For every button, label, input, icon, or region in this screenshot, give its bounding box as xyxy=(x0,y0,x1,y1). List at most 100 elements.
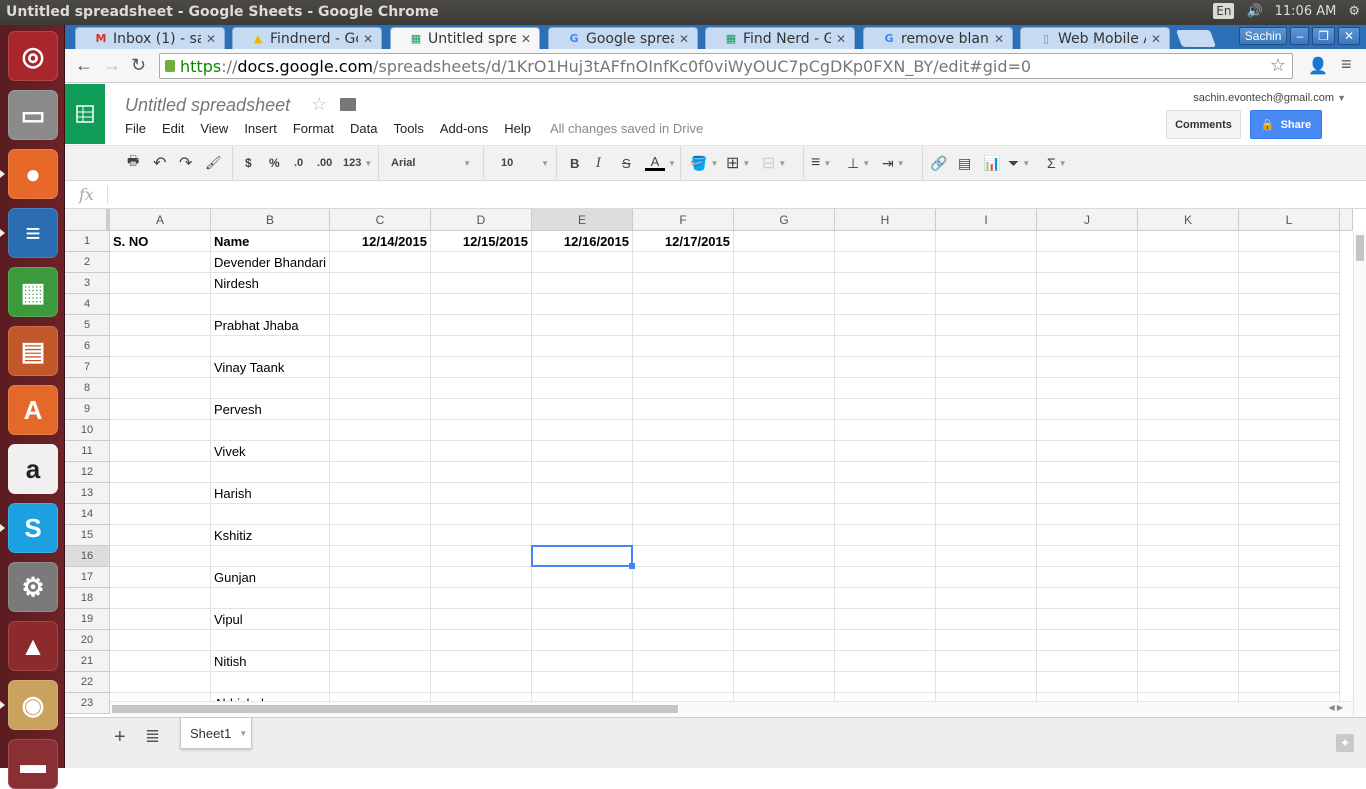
cell-J2[interactable] xyxy=(1037,252,1138,273)
cell-E19[interactable] xyxy=(532,609,633,630)
folder-icon[interactable] xyxy=(340,98,356,111)
cell-C10[interactable] xyxy=(330,420,431,441)
cell-F10[interactable] xyxy=(633,420,734,441)
cell-E1[interactable]: 12/16/2015 xyxy=(532,231,633,252)
cell-K21[interactable] xyxy=(1138,651,1239,672)
cell-L3[interactable] xyxy=(1239,273,1340,294)
all-sheets-list-icon[interactable]: ≣ xyxy=(145,726,160,747)
cell-J21[interactable] xyxy=(1037,651,1138,672)
cell-C14[interactable] xyxy=(330,504,431,525)
menu-insert[interactable]: Insert xyxy=(244,121,277,136)
cell-A12[interactable] xyxy=(110,462,211,483)
cell-G19[interactable] xyxy=(734,609,835,630)
cell-I16[interactable] xyxy=(936,546,1037,567)
cell-I15[interactable] xyxy=(936,525,1037,546)
cell-E18[interactable] xyxy=(532,588,633,609)
sheets-logo-icon[interactable] xyxy=(65,84,105,144)
column-header-I[interactable]: I xyxy=(936,209,1037,231)
cell-A7[interactable] xyxy=(110,357,211,378)
browser-tab[interactable]: ▦ Find Nerd - Goo ✕ xyxy=(705,27,855,49)
cell-K15[interactable] xyxy=(1138,525,1239,546)
row-header-4[interactable]: 4 xyxy=(65,294,110,315)
row-header-12[interactable]: 12 xyxy=(65,462,110,483)
cell-A14[interactable] xyxy=(110,504,211,525)
row-header-9[interactable]: 9 xyxy=(65,399,110,420)
row-header-11[interactable]: 11 xyxy=(65,441,110,462)
cell-G9[interactable] xyxy=(734,399,835,420)
power-gear-icon[interactable]: ⚙ xyxy=(1348,4,1360,19)
cell-D14[interactable] xyxy=(431,504,532,525)
cell-J10[interactable] xyxy=(1037,420,1138,441)
cell-D2[interactable] xyxy=(431,252,532,273)
cell-G14[interactable] xyxy=(734,504,835,525)
cell-A6[interactable] xyxy=(110,336,211,357)
cell-E21[interactable] xyxy=(532,651,633,672)
cell-K3[interactable] xyxy=(1138,273,1239,294)
cell-K11[interactable] xyxy=(1138,441,1239,462)
account-email[interactable]: sachin.evontech@gmail.com ▼ xyxy=(1193,92,1346,104)
profile-button[interactable]: Sachin xyxy=(1238,27,1288,45)
cell-F13[interactable] xyxy=(633,483,734,504)
cell-E22[interactable] xyxy=(532,672,633,693)
cell-J7[interactable] xyxy=(1037,357,1138,378)
cell-E13[interactable] xyxy=(532,483,633,504)
cell-H5[interactable] xyxy=(835,315,936,336)
column-header-K[interactable]: K xyxy=(1138,209,1239,231)
insert-comment-icon[interactable]: ▤ xyxy=(958,154,971,172)
cell-L11[interactable] xyxy=(1239,441,1340,462)
launcher-skype-icon[interactable]: S xyxy=(8,503,58,553)
cell-H18[interactable] xyxy=(835,588,936,609)
cell-J20[interactable] xyxy=(1037,630,1138,651)
cell-J8[interactable] xyxy=(1037,378,1138,399)
cell-F9[interactable] xyxy=(633,399,734,420)
cell-K13[interactable] xyxy=(1138,483,1239,504)
more-formats-dropdown[interactable]: 123 ▼ xyxy=(343,154,372,172)
cell-L12[interactable] xyxy=(1239,462,1340,483)
cell-F20[interactable] xyxy=(633,630,734,651)
star-icon[interactable]: ☆ xyxy=(311,94,327,115)
spreadsheet-grid[interactable]: A B C D E F G H I J K L 1 S. NO Name 12/14/2015 12/15/20… xyxy=(65,209,1366,717)
select-all-corner[interactable] xyxy=(65,209,110,231)
volume-icon[interactable]: 🔊 xyxy=(1246,4,1262,19)
cell-G18[interactable] xyxy=(734,588,835,609)
cell-E15[interactable] xyxy=(532,525,633,546)
cell-H22[interactable] xyxy=(835,672,936,693)
cell-D21[interactable] xyxy=(431,651,532,672)
cell-A9[interactable] xyxy=(110,399,211,420)
close-tab-icon[interactable]: ✕ xyxy=(521,32,531,46)
cell-B2[interactable]: Devender Bhandari xyxy=(211,252,330,273)
cell-G16[interactable] xyxy=(734,546,835,567)
cell-H9[interactable] xyxy=(835,399,936,420)
row-header-14[interactable]: 14 xyxy=(65,504,110,525)
cell-I4[interactable] xyxy=(936,294,1037,315)
extension-icon[interactable]: 👤 xyxy=(1308,56,1328,76)
cell-G5[interactable] xyxy=(734,315,835,336)
share-button[interactable]: 🔒 Share xyxy=(1250,110,1322,139)
cell-E3[interactable] xyxy=(532,273,633,294)
text-color-dropdown[interactable]: ▼ xyxy=(665,154,676,172)
cell-D8[interactable] xyxy=(431,378,532,399)
cell-L16[interactable] xyxy=(1239,546,1340,567)
new-tab-button[interactable] xyxy=(1175,30,1217,47)
increase-decimal-button[interactable]: .00 xyxy=(317,154,332,172)
cell-E17[interactable] xyxy=(532,567,633,588)
cell-I13[interactable] xyxy=(936,483,1037,504)
menu-add-ons[interactable]: Add-ons xyxy=(440,121,488,136)
cell-I3[interactable] xyxy=(936,273,1037,294)
cell-K14[interactable] xyxy=(1138,504,1239,525)
cell-F14[interactable] xyxy=(633,504,734,525)
cell-L7[interactable] xyxy=(1239,357,1340,378)
horizontal-scrollbar[interactable]: ◀ ▶ xyxy=(110,701,1353,717)
cell-B5[interactable]: Prabhat Jhaba xyxy=(211,315,330,336)
cell-F19[interactable] xyxy=(633,609,734,630)
cell-E10[interactable] xyxy=(532,420,633,441)
cell-C5[interactable] xyxy=(330,315,431,336)
cell-G12[interactable] xyxy=(734,462,835,483)
cell-F2[interactable] xyxy=(633,252,734,273)
menu-data[interactable]: Data xyxy=(350,121,377,136)
cell-A5[interactable] xyxy=(110,315,211,336)
row-header-17[interactable]: 17 xyxy=(65,567,110,588)
browser-tab[interactable]: ▲ Findnerd - Goo ✕ xyxy=(232,27,382,49)
horizontal-align-icon[interactable]: ≡ ▼ xyxy=(811,154,831,172)
row-header-8[interactable]: 8 xyxy=(65,378,110,399)
